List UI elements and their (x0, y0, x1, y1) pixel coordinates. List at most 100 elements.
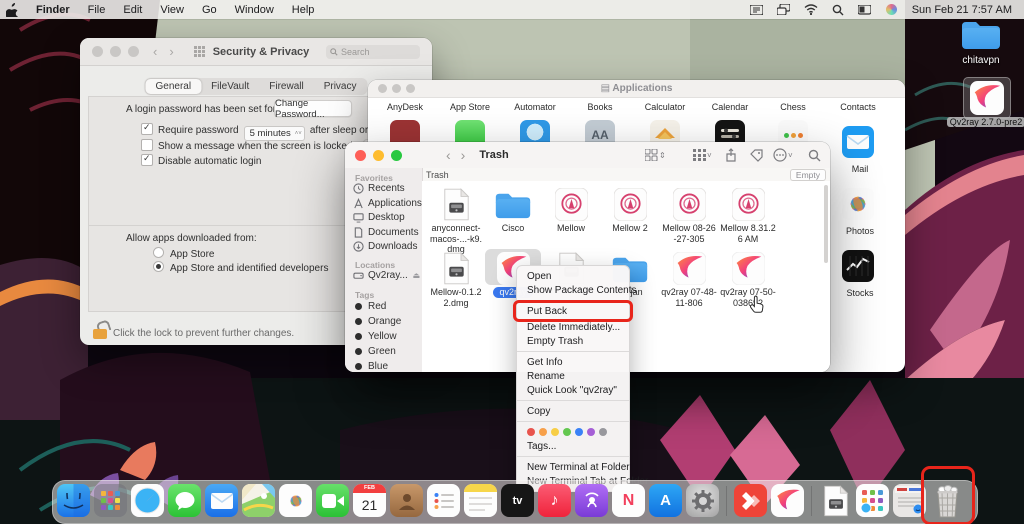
group-icon[interactable]: ⇕ (645, 148, 666, 162)
app-label-calculator[interactable]: Calculator (633, 102, 697, 112)
show-message-checkbox[interactable] (141, 139, 153, 151)
tag-gray[interactable] (599, 428, 607, 436)
dock-notes-icon[interactable] (464, 484, 497, 517)
dock-news-icon[interactable]: N (612, 484, 645, 517)
menu-edit[interactable]: Edit (123, 4, 142, 16)
file-mellow[interactable]: Mellow (543, 185, 599, 234)
dock-calendar-icon[interactable]: FEB 21 (353, 484, 386, 517)
dock-disk-image-icon[interactable] (819, 484, 852, 517)
menu-item-get-info[interactable]: Get Info (517, 355, 629, 369)
menu-go[interactable]: Go (202, 4, 217, 16)
tag-blue[interactable] (575, 428, 583, 436)
dock-qv2ray-icon[interactable] (771, 484, 804, 517)
siri-icon[interactable] (885, 4, 899, 16)
dock-applications-folder-icon[interactable] (856, 484, 889, 517)
file-anyconnect-dmg[interactable]: anyconnect-macos-...-k9.dmg (428, 185, 484, 255)
chitavpn-folder-icon[interactable] (960, 18, 1002, 52)
tab-general[interactable]: General (146, 79, 202, 94)
dock-music-icon[interactable]: ♪ (538, 484, 571, 517)
dock-appstore-icon[interactable]: A (649, 484, 682, 517)
menu-item-quick-look[interactable]: Quick Look "qv2ray" (517, 383, 629, 397)
file-qv2ray-1[interactable]: qv2ray 07-48-11-806 (661, 249, 717, 308)
dock-anydesk-icon[interactable] (734, 484, 767, 517)
file-cisco-folder[interactable]: Cisco (485, 185, 541, 234)
sidebar-item-desktop[interactable]: Desktop (353, 212, 420, 223)
file-mellow-2[interactable]: Mellow 2 (602, 185, 658, 234)
change-password-button[interactable]: Change Password... (274, 100, 352, 117)
menu-item-open[interactable]: Open (517, 269, 629, 283)
dock-photos-icon[interactable] (279, 484, 312, 517)
menu-finder[interactable]: Finder (36, 4, 70, 16)
photos-app-icon[interactable] (842, 188, 874, 220)
search-icon[interactable] (808, 148, 821, 162)
tag-purple[interactable] (587, 428, 595, 436)
menu-window[interactable]: Window (235, 4, 274, 16)
menu-item-rename[interactable]: Rename (517, 369, 629, 383)
zoom-button[interactable] (391, 150, 402, 161)
tag-icon[interactable] (750, 148, 763, 162)
minimize-button[interactable] (373, 150, 384, 161)
sidebar-tag-blue[interactable]: Blue (353, 361, 420, 372)
more-actions-icon[interactable]: ˅ (773, 148, 793, 162)
applications-titlebar[interactable]: ▤ Applications (368, 80, 905, 98)
zoom-button[interactable] (128, 46, 139, 57)
sidebar-tag-red[interactable]: Red (353, 301, 420, 312)
minimize-button[interactable] (392, 84, 401, 93)
chitavpn-label[interactable]: chitavpn (940, 55, 1022, 66)
menu-item-empty-trash[interactable]: Empty Trash (517, 334, 629, 348)
dock-facetime-icon[interactable] (316, 484, 349, 517)
sidebar-tag-yellow[interactable]: Yellow (353, 331, 420, 342)
tag-red[interactable] (527, 428, 535, 436)
sidebar-tag-green[interactable]: Green (353, 346, 420, 357)
menu-item-delete-immediately[interactable]: Delete Immediately... (517, 320, 629, 334)
sidebar-tag-orange[interactable]: Orange (353, 316, 420, 327)
close-button[interactable] (378, 84, 387, 93)
mail-app-icon[interactable] (842, 126, 874, 158)
display-icon[interactable] (858, 4, 872, 16)
input-source-icon[interactable] (750, 4, 764, 16)
dock-safari-icon[interactable] (131, 484, 164, 517)
menu-item-copy[interactable]: Copy (517, 404, 629, 418)
menu-file[interactable]: File (88, 4, 106, 16)
app-label-contacts[interactable]: Contacts (826, 102, 890, 112)
app-label-books[interactable]: Books (568, 102, 632, 112)
tab-firewall[interactable]: Firewall (259, 79, 313, 94)
menu-bar-clock[interactable]: Sun Feb 21 7:57 AM (912, 4, 1012, 16)
dock-contacts-icon[interactable] (390, 484, 423, 517)
app-label-stocks[interactable]: Stocks (828, 288, 892, 298)
dock-messages-icon[interactable] (168, 484, 201, 517)
forward-icon[interactable]: › (169, 44, 173, 59)
require-password-checkbox[interactable] (141, 123, 153, 135)
apple-menu-icon[interactable] (6, 3, 18, 17)
sidebar-item-downloads[interactable]: Downloads (353, 241, 420, 252)
show-all-icon[interactable] (194, 46, 205, 57)
dock-system-preferences-icon[interactable] (686, 484, 719, 517)
empty-trash-button[interactable]: Empty (790, 169, 826, 181)
search-field[interactable]: Search (326, 45, 420, 59)
tab-privacy[interactable]: Privacy (314, 79, 367, 94)
forward-icon[interactable]: › (461, 147, 466, 163)
minimize-button[interactable] (110, 46, 121, 57)
tag-green[interactable] (563, 428, 571, 436)
app-label-calendar[interactable]: Calendar (698, 102, 762, 112)
lock-icon[interactable] (93, 321, 108, 340)
trash-toolbar[interactable]: ‹ › Trash ⇕ ˅ ˅ (345, 142, 830, 169)
tag-orange[interactable] (539, 428, 547, 436)
file-mellow-4[interactable]: Mellow 8.31.26 AM (720, 185, 776, 244)
app-store-radio[interactable] (153, 247, 164, 258)
app-label-anydesk[interactable]: AnyDesk (373, 102, 437, 112)
app-label-chess[interactable]: Chess (761, 102, 825, 112)
sidebar-item-recents[interactable]: Recents (353, 183, 420, 194)
wifi-icon[interactable] (804, 4, 818, 16)
back-icon[interactable]: ‹ (153, 44, 157, 59)
stocks-app-icon[interactable] (842, 250, 874, 282)
file-mellow-dmg[interactable]: Mellow-0.1.22.dmg (428, 249, 484, 308)
close-button[interactable] (355, 150, 366, 161)
tab-filevault[interactable]: FileVault (201, 79, 259, 94)
identified-developers-radio[interactable] (153, 261, 164, 272)
dock-reminders-icon[interactable] (427, 484, 460, 517)
menu-item-show-package-contents[interactable]: Show Package Contents (517, 283, 629, 297)
dock-trash-icon[interactable] (930, 484, 963, 517)
zoom-button[interactable] (406, 84, 415, 93)
dock-podcasts-icon[interactable] (575, 484, 608, 517)
